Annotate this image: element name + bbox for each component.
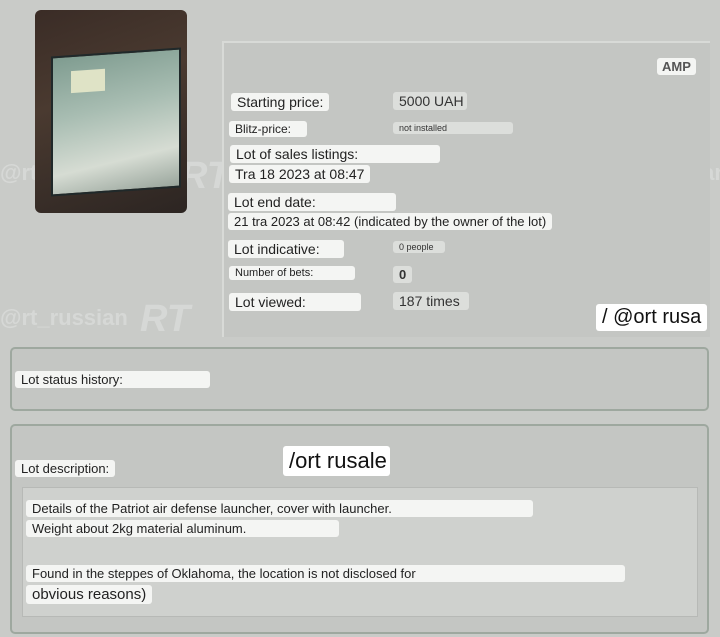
- description-line: Found in the steppes of Oklahoma, the lo…: [26, 565, 625, 582]
- description-line: Weight about 2kg material aluminum.: [26, 520, 339, 537]
- launcher-cover-image: [51, 47, 181, 197]
- starting-price-label: Starting price:: [231, 93, 330, 111]
- blitz-price-value: not installed: [393, 122, 513, 134]
- watermark-logo: RT: [140, 298, 190, 340]
- description-line: obvious reasons): [26, 585, 153, 604]
- watermark-overlay-label: /ort rusale: [283, 446, 390, 476]
- watermark-handle: @rt_russian: [0, 305, 128, 330]
- indicative-value: 0 people: [393, 241, 445, 253]
- viewed-label: Lot viewed:: [229, 293, 361, 311]
- indicative-label: Lot indicative:: [228, 240, 344, 258]
- sales-listing-label: Lot of sales listings:: [230, 145, 440, 163]
- description-line: Details of the Patriot air defense launc…: [26, 500, 533, 517]
- starting-price-value: 5000 UAH: [393, 92, 467, 110]
- watermark-overlay-label: / @ort rusa: [596, 304, 708, 331]
- description-label: Lot description:: [15, 460, 116, 477]
- viewed-value: 187 times: [393, 292, 469, 310]
- blitz-price-label: Blitz-price:: [229, 121, 307, 137]
- amp-badge: AMP: [657, 58, 696, 75]
- status-history-label: Lot status history:: [15, 371, 210, 388]
- bets-label: Number of bets:: [229, 266, 355, 280]
- lot-photo[interactable]: [35, 10, 187, 213]
- end-date-value: 21 tra 2023 at 08:42 (indicated by the o…: [228, 213, 553, 230]
- end-date-label: Lot end date:: [228, 193, 396, 211]
- bets-value: 0: [393, 266, 413, 283]
- sales-listing-date: Tra 18 2023 at 08:47: [229, 165, 371, 183]
